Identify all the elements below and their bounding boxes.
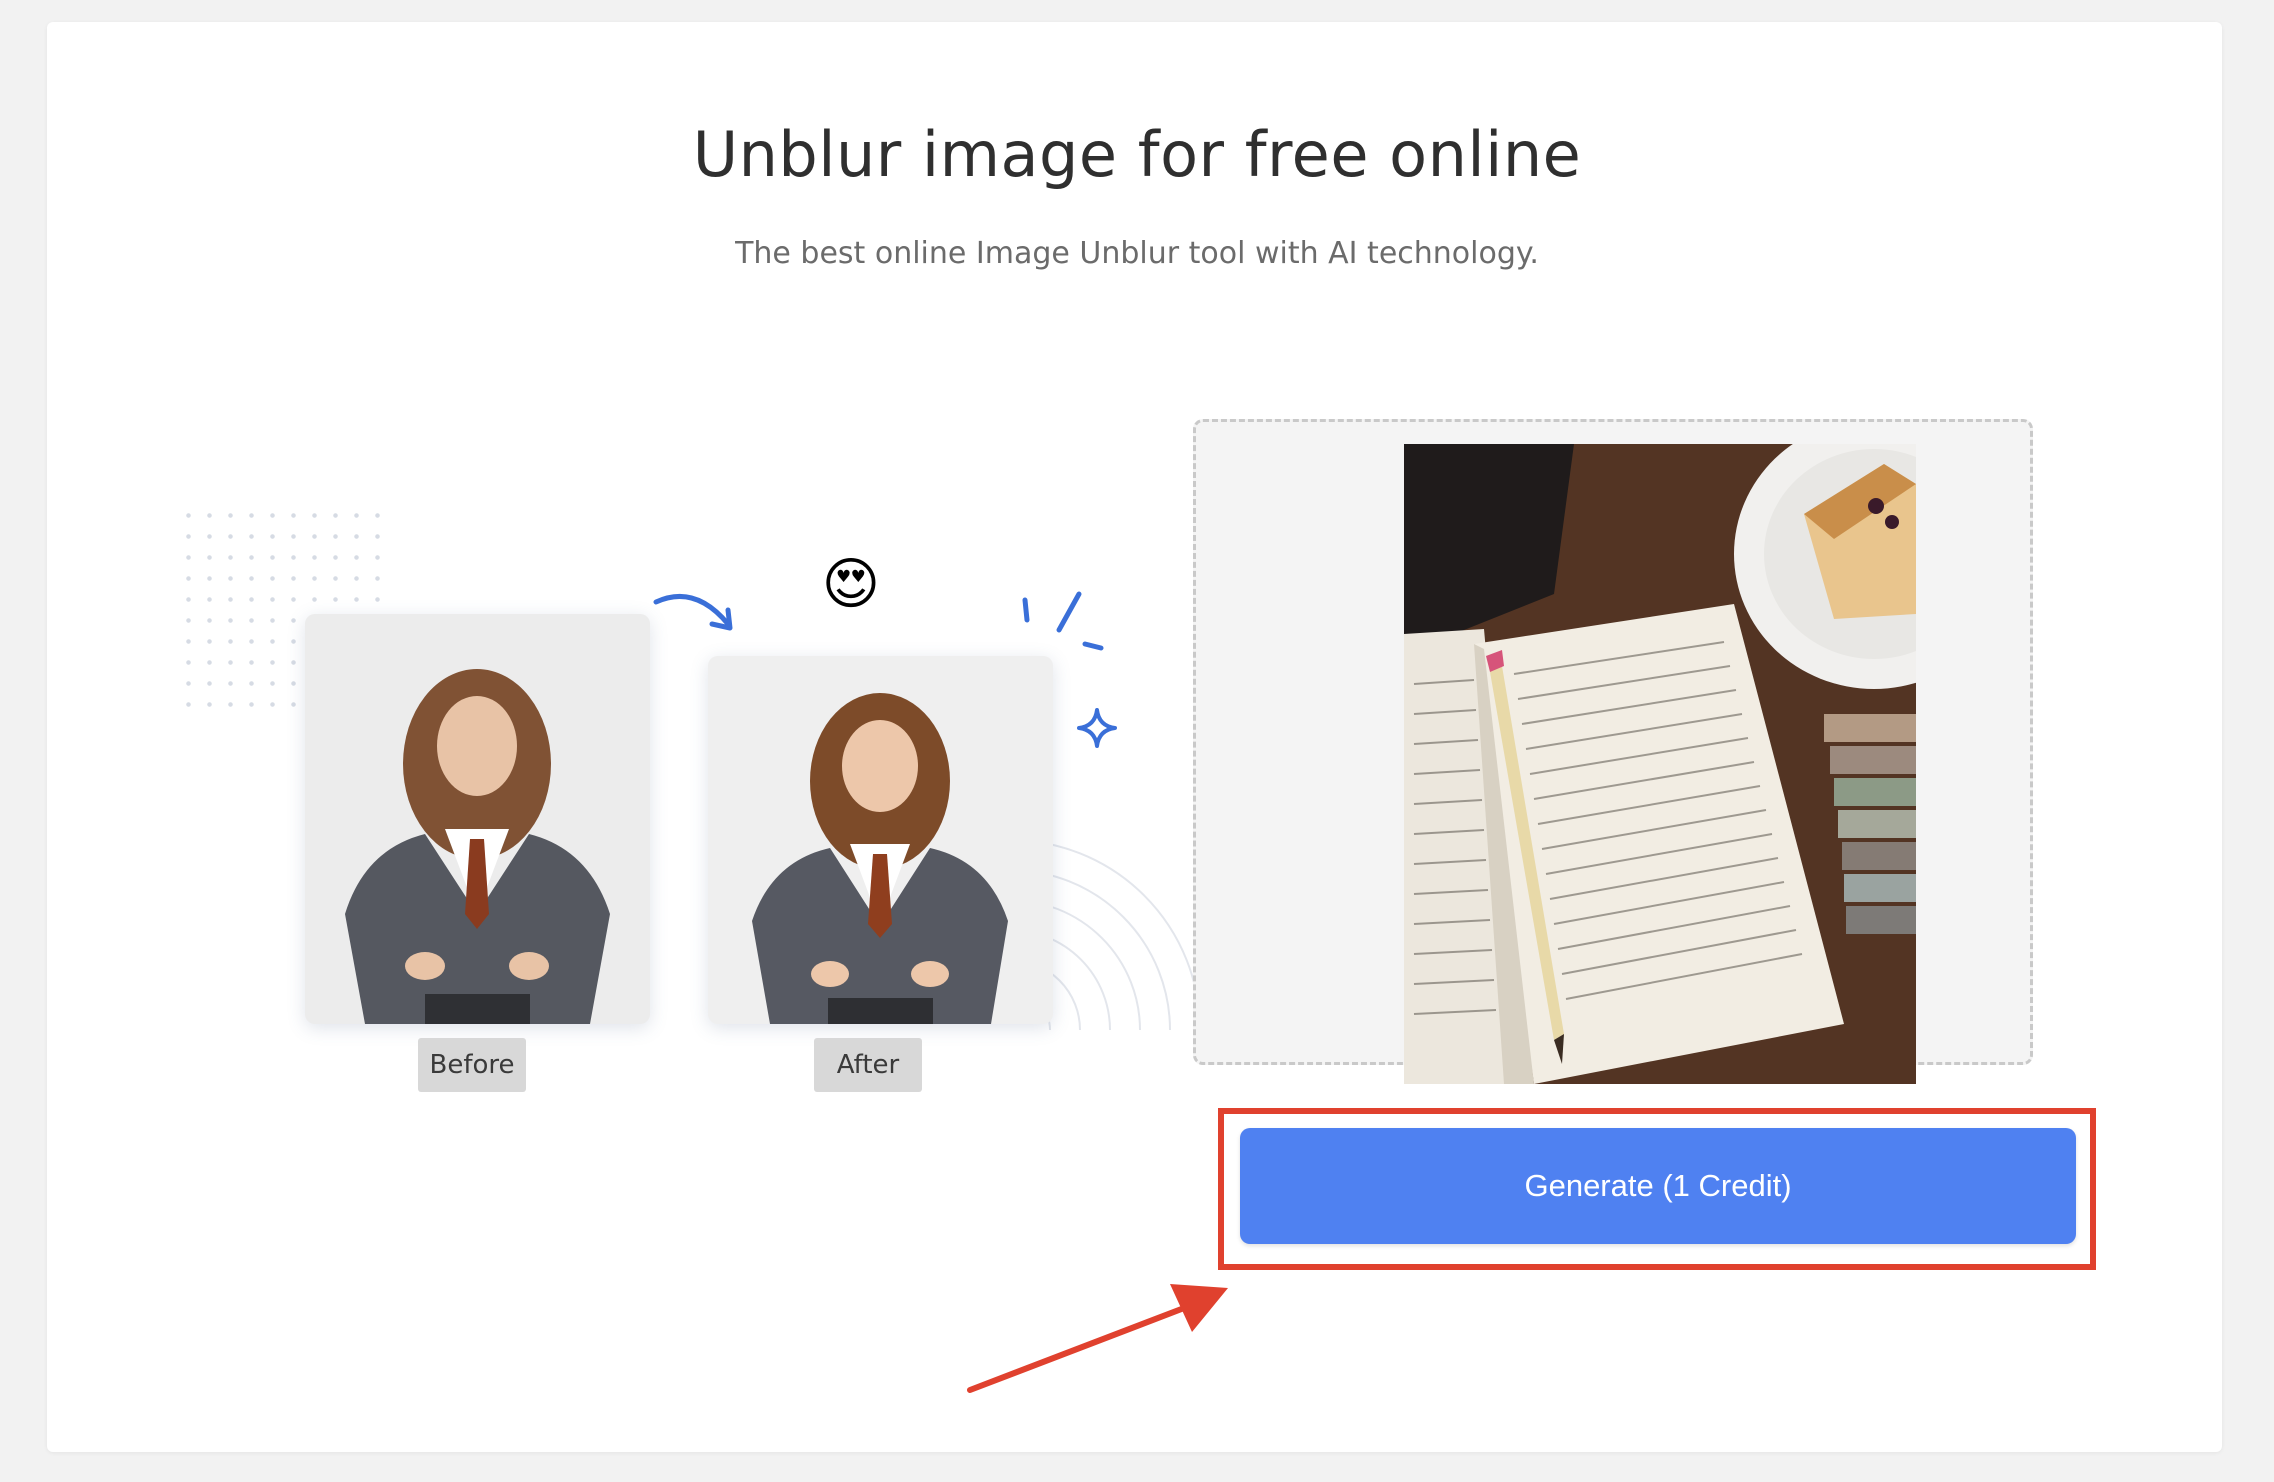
after-label: After [814,1038,922,1092]
page-subtitle: The best online Image Unblur tool with A… [735,236,1539,271]
page-title: Unblur image for free online [692,118,1582,191]
red-arrow-icon [967,1284,1228,1393]
before-label: Before [418,1038,526,1092]
sparkle-lines-icon [1022,591,1104,651]
annotation-highlight-box [1218,1108,2096,1270]
book-and-pencil-photo [1404,444,1916,1084]
curved-arrow-icon [653,593,733,631]
after-image [708,656,1053,1024]
person-photo-before [305,614,650,1024]
smiling-heart-eyes-emoji: 😍 [821,552,881,617]
before-image [305,614,650,1024]
person-photo-after [708,656,1053,1024]
sparkle-icon [1077,708,1117,748]
uploaded-photo [1404,444,1916,1084]
